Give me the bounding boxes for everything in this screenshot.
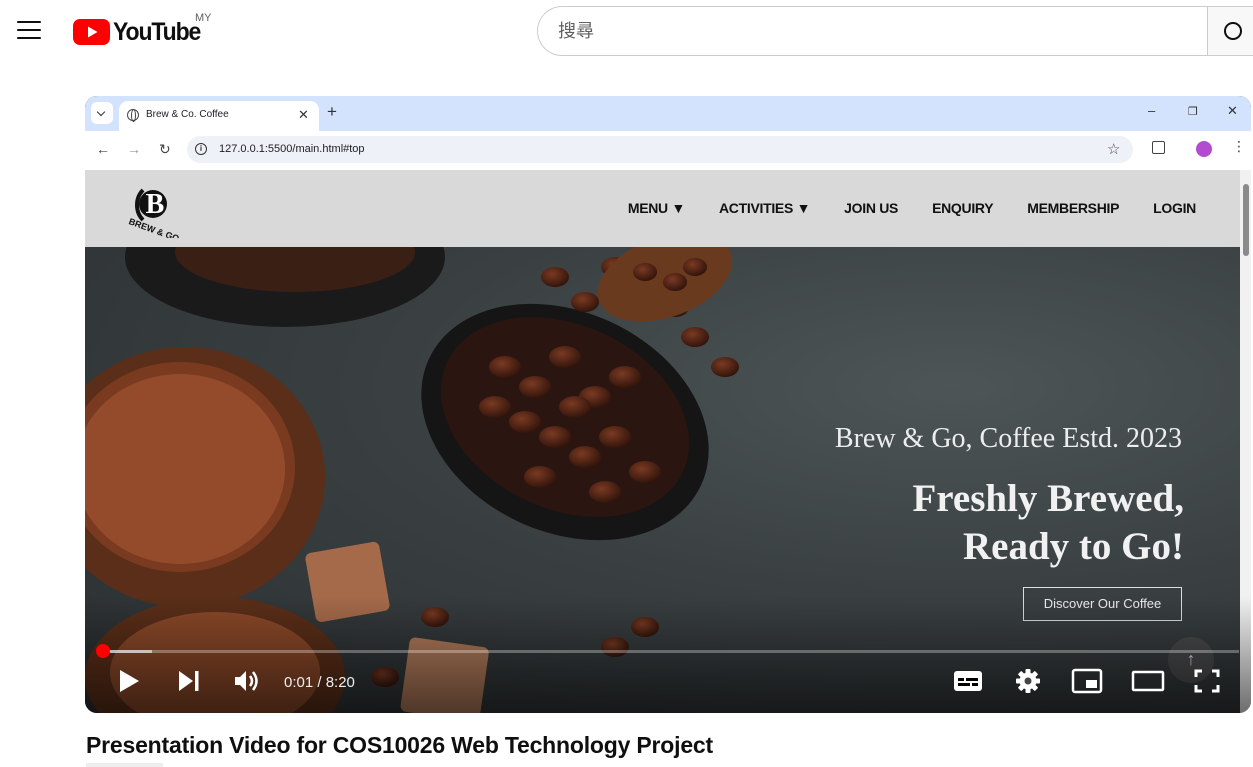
hero-headline-line1: Freshly Brewed, — [912, 477, 1184, 520]
site-navbar: B BREW & GO MENU ▼ ACTIVITIES ▼ JOIN US … — [85, 170, 1240, 247]
nav-join-us[interactable]: JOIN US — [844, 200, 898, 216]
video-player[interactable]: Brew & Co. Coffee ✕ + – ❐ ✕ ← → ↻ i 127.… — [85, 96, 1251, 713]
bookmark-star-icon[interactable]: ☆ — [1107, 140, 1120, 158]
nav-login[interactable]: LOGIN — [1153, 200, 1196, 216]
time-display: 0:01 / 8:20 — [284, 674, 355, 691]
close-window-icon[interactable]: ✕ — [1227, 103, 1238, 119]
next-icon[interactable] — [177, 668, 201, 694]
browser-tab[interactable]: Brew & Co. Coffee ✕ — [119, 101, 319, 131]
forward-icon[interactable]: → — [127, 141, 141, 157]
miniplayer-icon[interactable] — [1071, 668, 1103, 694]
svg-text:B: B — [146, 189, 165, 220]
hero-headline-line2: Ready to Go! — [963, 525, 1184, 568]
site-info-icon[interactable]: i — [195, 143, 207, 155]
menu-icon[interactable] — [17, 21, 41, 39]
brew-and-go-logo[interactable]: B BREW & GO — [121, 178, 187, 238]
site-nav-links: MENU ▼ ACTIVITIES ▼ JOIN US ENQUIRY MEMB… — [594, 200, 1196, 216]
hero-estd-text: Brew & Go, Coffee Estd. 2023 — [834, 423, 1182, 454]
scrollbar-thumb[interactable] — [1243, 184, 1249, 256]
settings-icon[interactable] — [1014, 668, 1042, 694]
search-input[interactable] — [558, 7, 1178, 55]
close-tab-icon[interactable]: ✕ — [298, 107, 309, 123]
browser-tab-bar: Brew & Co. Coffee ✕ + – ❐ ✕ — [85, 96, 1251, 131]
extensions-icon[interactable] — [1152, 141, 1165, 154]
globe-icon — [127, 109, 139, 122]
scrubber-handle[interactable] — [96, 644, 110, 658]
browser-menu-icon[interactable]: ⋮ — [1232, 138, 1246, 155]
masthead: YouTube MY — [0, 0, 1253, 62]
channel-placeholder — [86, 763, 163, 767]
new-tab-icon[interactable]: + — [327, 102, 337, 122]
youtube-wordmark: YouTube — [113, 17, 201, 46]
country-code: MY — [195, 12, 212, 24]
nav-enquiry[interactable]: ENQUIRY — [932, 200, 993, 216]
youtube-play-icon — [73, 19, 110, 45]
nav-membership[interactable]: MEMBERSHIP — [1027, 200, 1119, 216]
tab-title: Brew & Co. Coffee — [146, 109, 229, 120]
nav-menu[interactable]: MENU ▼ — [628, 200, 685, 216]
restore-icon[interactable]: ❐ — [1188, 105, 1198, 118]
nav-activities[interactable]: ACTIVITIES ▼ — [719, 200, 810, 216]
search-bar — [537, 6, 1208, 56]
video-title: Presentation Video for COS10026 Web Tech… — [86, 732, 713, 758]
youtube-logo[interactable]: YouTube — [73, 18, 208, 46]
play-icon[interactable] — [117, 668, 141, 694]
back-icon[interactable]: ← — [96, 141, 110, 157]
minimize-icon[interactable]: – — [1148, 103, 1155, 118]
profile-avatar[interactable] — [1196, 141, 1212, 157]
search-button[interactable] — [1207, 6, 1253, 56]
tab-search-chevron-icon[interactable] — [91, 102, 113, 124]
theater-mode-icon[interactable] — [1131, 668, 1165, 694]
hero-headline: Freshly Brewed, Ready to Go! — [724, 475, 1184, 571]
url-text: 127.0.0.1:5500/main.html#top — [219, 143, 365, 155]
address-bar[interactable]: i 127.0.0.1:5500/main.html#top ☆ — [187, 136, 1133, 163]
volume-icon[interactable] — [233, 668, 261, 694]
subtitles-icon[interactable] — [953, 668, 983, 694]
fullscreen-icon[interactable] — [1193, 668, 1221, 694]
reload-icon[interactable]: ↻ — [159, 141, 171, 158]
search-icon — [1224, 22, 1242, 40]
browser-toolbar: ← → ↻ i 127.0.0.1:5500/main.html#top ☆ ⋮ — [85, 131, 1251, 170]
progress-bar[interactable] — [96, 644, 1239, 658]
controls-gradient — [85, 596, 1251, 713]
